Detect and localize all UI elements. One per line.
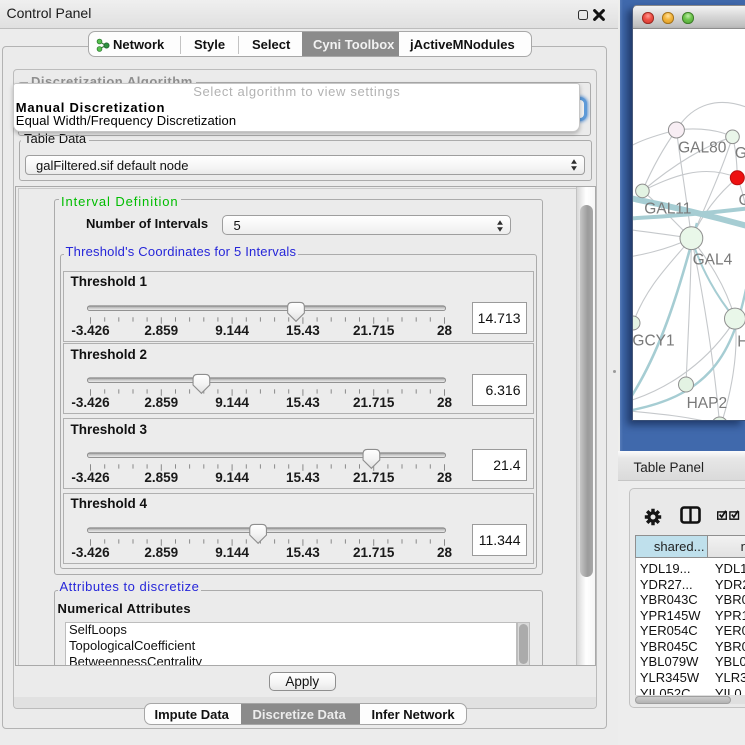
svg-text:-3.426: -3.426 — [71, 470, 110, 485]
svg-text:21.715: 21.715 — [353, 322, 395, 337]
svg-text:2.859: 2.859 — [144, 322, 178, 337]
svg-text:9.144: 9.144 — [215, 322, 249, 337]
svg-text:GAL11: GAL11 — [644, 200, 691, 217]
svg-text:9.144: 9.144 — [215, 545, 249, 560]
svg-text:-3.426: -3.426 — [71, 545, 110, 560]
svg-text:GCY1: GCY1 — [633, 332, 675, 349]
svg-text:28: 28 — [436, 470, 452, 485]
svg-text:HIS: HIS — [737, 333, 745, 350]
svg-text:21.715: 21.715 — [353, 545, 395, 560]
svg-text:9.144: 9.144 — [215, 395, 249, 410]
svg-text:GAL4: GAL4 — [692, 251, 732, 268]
svg-text:GAL: GAL — [734, 145, 745, 162]
svg-text:15.43: 15.43 — [286, 470, 320, 485]
svg-text:HAP2: HAP2 — [686, 395, 727, 412]
svg-text:2.859: 2.859 — [144, 545, 178, 560]
svg-text:GAL80: GAL80 — [678, 139, 727, 156]
svg-text:15.43: 15.43 — [286, 545, 320, 560]
svg-text:15.43: 15.43 — [286, 395, 320, 410]
svg-text:15.43: 15.43 — [286, 322, 320, 337]
svg-text:-3.426: -3.426 — [71, 322, 110, 337]
svg-text:-3.426: -3.426 — [71, 395, 110, 410]
svg-text:2.859: 2.859 — [144, 395, 178, 410]
svg-text:2.859: 2.859 — [144, 470, 178, 485]
svg-text:28: 28 — [436, 322, 452, 337]
svg-text:21.715: 21.715 — [353, 470, 395, 485]
svg-text:28: 28 — [436, 545, 452, 560]
svg-text:CD: CD — [738, 192, 745, 209]
svg-text:9.144: 9.144 — [215, 470, 249, 485]
svg-text:21.715: 21.715 — [353, 395, 395, 410]
svg-text:28: 28 — [436, 395, 452, 410]
